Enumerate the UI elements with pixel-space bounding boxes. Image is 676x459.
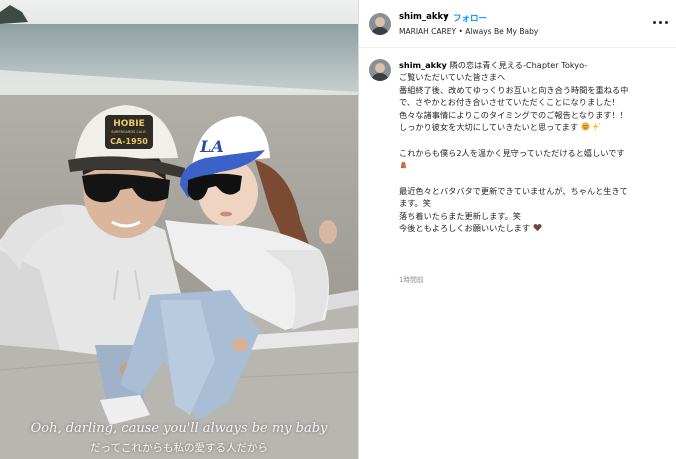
smiling-face-icon bbox=[581, 122, 590, 134]
avatar[interactable] bbox=[369, 13, 391, 35]
caption-line: ご覧いただいていた皆さまへ bbox=[399, 72, 506, 83]
caption-line: しっかり彼女を大切にしていきたいと思ってます bbox=[399, 122, 579, 133]
caption-line: これからも僕ら2人を温かく見守っていただけると嬉しいです bbox=[399, 147, 625, 158]
post-side-panel: shim_akky • フォロー MARIAH CAREY • Always B… bbox=[359, 0, 676, 459]
caption-line: ます。笑 bbox=[399, 198, 431, 209]
cap-hobie-text: HOBIE bbox=[113, 119, 145, 129]
caption-line: 最近色々とバタバタで更新できていませんが、ちゃんと生きて bbox=[399, 186, 628, 197]
caption-text: shim_akky 隣の恋は青く見える-Chapter Tokyo- ご覧いただ… bbox=[399, 59, 671, 236]
sparkles-icon bbox=[592, 122, 601, 134]
photo-subtitle-japanese: だってこれからも私の愛する人だから bbox=[90, 442, 268, 454]
music-label[interactable]: MARIAH CAREY • Always Be My Baby bbox=[399, 27, 538, 36]
post-header: shim_akky • フォロー MARIAH CAREY • Always B… bbox=[359, 0, 676, 48]
caption-line: 色々な諸事情によりこのタイミングでのご報告となります！！ bbox=[399, 109, 628, 120]
post-photo[interactable]: HOBIE SURFBOARDS CALIF. CA-1950 LA Ooh, … bbox=[0, 0, 358, 459]
cap-year-text: CA-1950 bbox=[110, 137, 148, 146]
heart-icon bbox=[533, 223, 542, 235]
more-horizontal-icon[interactable] bbox=[652, 14, 668, 32]
cap-surfboards-text: SURFBOARDS CALIF. bbox=[111, 130, 147, 134]
caption-line: 今後ともよろしくお願いいたします bbox=[399, 223, 531, 234]
caption-line: 落ち着いたらまた更新します。笑 bbox=[399, 210, 521, 221]
separator-dot: • bbox=[444, 12, 450, 22]
cap-la-logo: LA bbox=[199, 137, 224, 156]
follow-button[interactable]: フォロー bbox=[453, 12, 487, 24]
caption-line: 番組終了後、改めてゆっくりお互いと向き合う時間を重ねる中 bbox=[399, 84, 629, 95]
photo-subtitle-english: Ooh, darling, cause you'll always be my … bbox=[30, 421, 328, 436]
header-username[interactable]: shim_akky bbox=[399, 12, 449, 22]
post-timestamp[interactable]: 1時間前 bbox=[399, 274, 424, 284]
caption-line: 隣の恋は青く見える-Chapter Tokyo- bbox=[449, 60, 588, 70]
caption-username[interactable]: shim_akky bbox=[399, 60, 447, 70]
caption-avatar[interactable] bbox=[369, 59, 391, 81]
hands-together-icon bbox=[399, 160, 408, 172]
beach-couple-photo: HOBIE SURFBOARDS CALIF. CA-1950 LA bbox=[0, 0, 358, 459]
caption-line: で、さやかとお付き合いさせていただくことになりました！ bbox=[399, 97, 620, 108]
